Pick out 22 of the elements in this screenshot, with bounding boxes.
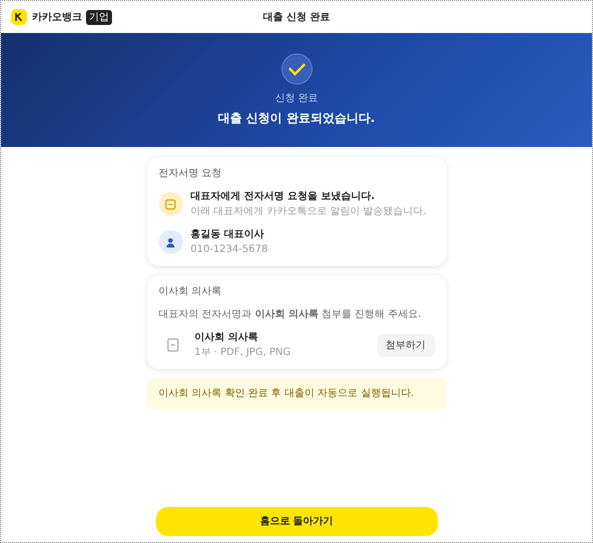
document-icon <box>158 192 182 216</box>
business-badge: 기업 <box>86 10 112 24</box>
attach-button[interactable]: 첨부하기 <box>376 334 434 356</box>
file-formats: 1부 · PDF, JPG, PNG <box>194 346 292 360</box>
completion-headline: 대출 신청이 완료되었습니다. <box>218 110 375 127</box>
status-caption: 신청 완료 <box>274 92 318 106</box>
page-title: 대출 신청 완료 <box>263 10 330 24</box>
notice-banner: 이사회 의사록 확인 완료 후 대출이 자동으로 실행됩니다. <box>146 378 446 409</box>
request-detail: 아래 대표자에게 카카오톡으로 알림이 발송됐습니다. <box>190 205 426 219</box>
signer-phone: 010-1234-5678 <box>190 243 268 257</box>
card-title: 이사회 의사록 <box>158 285 223 299</box>
home-button[interactable]: 홈으로 돌아가기 <box>156 507 438 536</box>
check-icon <box>280 53 312 85</box>
brand-name: 카카오뱅크 <box>32 10 82 24</box>
signer-name: 홍길동 대표이사 <box>190 228 265 242</box>
person-icon <box>158 230 182 254</box>
logo-icon <box>11 9 27 25</box>
card-title: 전자서명 요청 <box>158 167 223 181</box>
file-name: 이사회 의사록 <box>194 331 259 345</box>
file-icon <box>166 338 178 352</box>
request-message: 대표자에게 전자서명 요청을 보냈습니다. <box>190 190 376 204</box>
instruction-text: 대표자의 전자서명과 이사회 의사록 첨부를 진행해 주세요. <box>158 308 422 322</box>
